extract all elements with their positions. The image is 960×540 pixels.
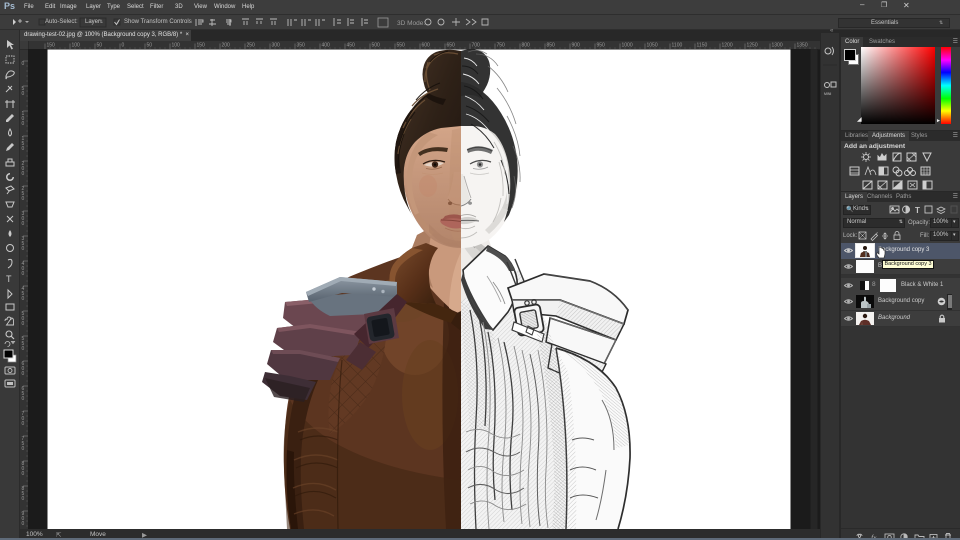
svg-text:1300: 1300 — [772, 43, 783, 49]
svg-text:650: 650 — [447, 43, 456, 49]
svg-text:950: 950 — [597, 43, 606, 49]
svg-text:600: 600 — [422, 43, 431, 49]
svg-text:250: 250 — [247, 43, 256, 49]
svg-text:450: 450 — [347, 43, 356, 49]
svg-text:0: 0 — [122, 43, 125, 49]
svg-text:50: 50 — [147, 43, 153, 49]
svg-text:0: 0 — [22, 471, 25, 477]
svg-text:0: 0 — [22, 171, 25, 177]
svg-text:T: T — [6, 274, 12, 284]
svg-text:0: 0 — [22, 446, 25, 452]
svg-text:0: 0 — [22, 296, 25, 302]
svg-text:300: 300 — [272, 43, 281, 49]
svg-text:0: 0 — [22, 346, 25, 352]
svg-text:1100: 1100 — [672, 43, 683, 49]
svg-text:0: 0 — [22, 121, 25, 127]
svg-text:0: 0 — [22, 496, 25, 502]
svg-text:1250: 1250 — [747, 43, 758, 49]
svg-text:T: T — [915, 206, 920, 215]
svg-text:0: 0 — [22, 521, 25, 527]
svg-text:0: 0 — [22, 91, 25, 97]
svg-text:0: 0 — [22, 321, 25, 327]
svg-text:0: 0 — [22, 246, 25, 252]
svg-text:700: 700 — [472, 43, 481, 49]
svg-text:100: 100 — [72, 43, 81, 49]
svg-text:3D Mode:: 3D Mode: — [397, 20, 425, 27]
svg-text:1000: 1000 — [622, 43, 633, 49]
svg-text:550: 550 — [397, 43, 406, 49]
svg-text:0: 0 — [22, 196, 25, 202]
svg-text:150: 150 — [47, 43, 56, 49]
svg-text:MINI: MINI — [824, 92, 831, 96]
svg-text:850: 850 — [547, 43, 556, 49]
svg-text:0: 0 — [22, 61, 25, 67]
svg-text:750: 750 — [497, 43, 506, 49]
svg-text:1150: 1150 — [697, 43, 708, 49]
svg-text:0: 0 — [22, 146, 25, 152]
svg-text:0: 0 — [22, 396, 25, 402]
svg-text:100: 100 — [172, 43, 181, 49]
svg-text:0: 0 — [22, 421, 25, 427]
svg-text:0: 0 — [22, 371, 25, 377]
svg-text:0: 0 — [22, 271, 25, 277]
svg-text:200: 200 — [222, 43, 231, 49]
svg-text:50: 50 — [97, 43, 103, 49]
svg-text:800: 800 — [522, 43, 531, 49]
svg-text:150: 150 — [197, 43, 206, 49]
svg-text:1200: 1200 — [722, 43, 733, 49]
svg-text:1350: 1350 — [797, 43, 808, 49]
svg-text:400: 400 — [322, 43, 331, 49]
svg-text:900: 900 — [572, 43, 581, 49]
svg-text:1050: 1050 — [647, 43, 658, 49]
svg-text:500: 500 — [372, 43, 381, 49]
svg-text:350: 350 — [297, 43, 306, 49]
svg-text:0: 0 — [22, 221, 25, 227]
